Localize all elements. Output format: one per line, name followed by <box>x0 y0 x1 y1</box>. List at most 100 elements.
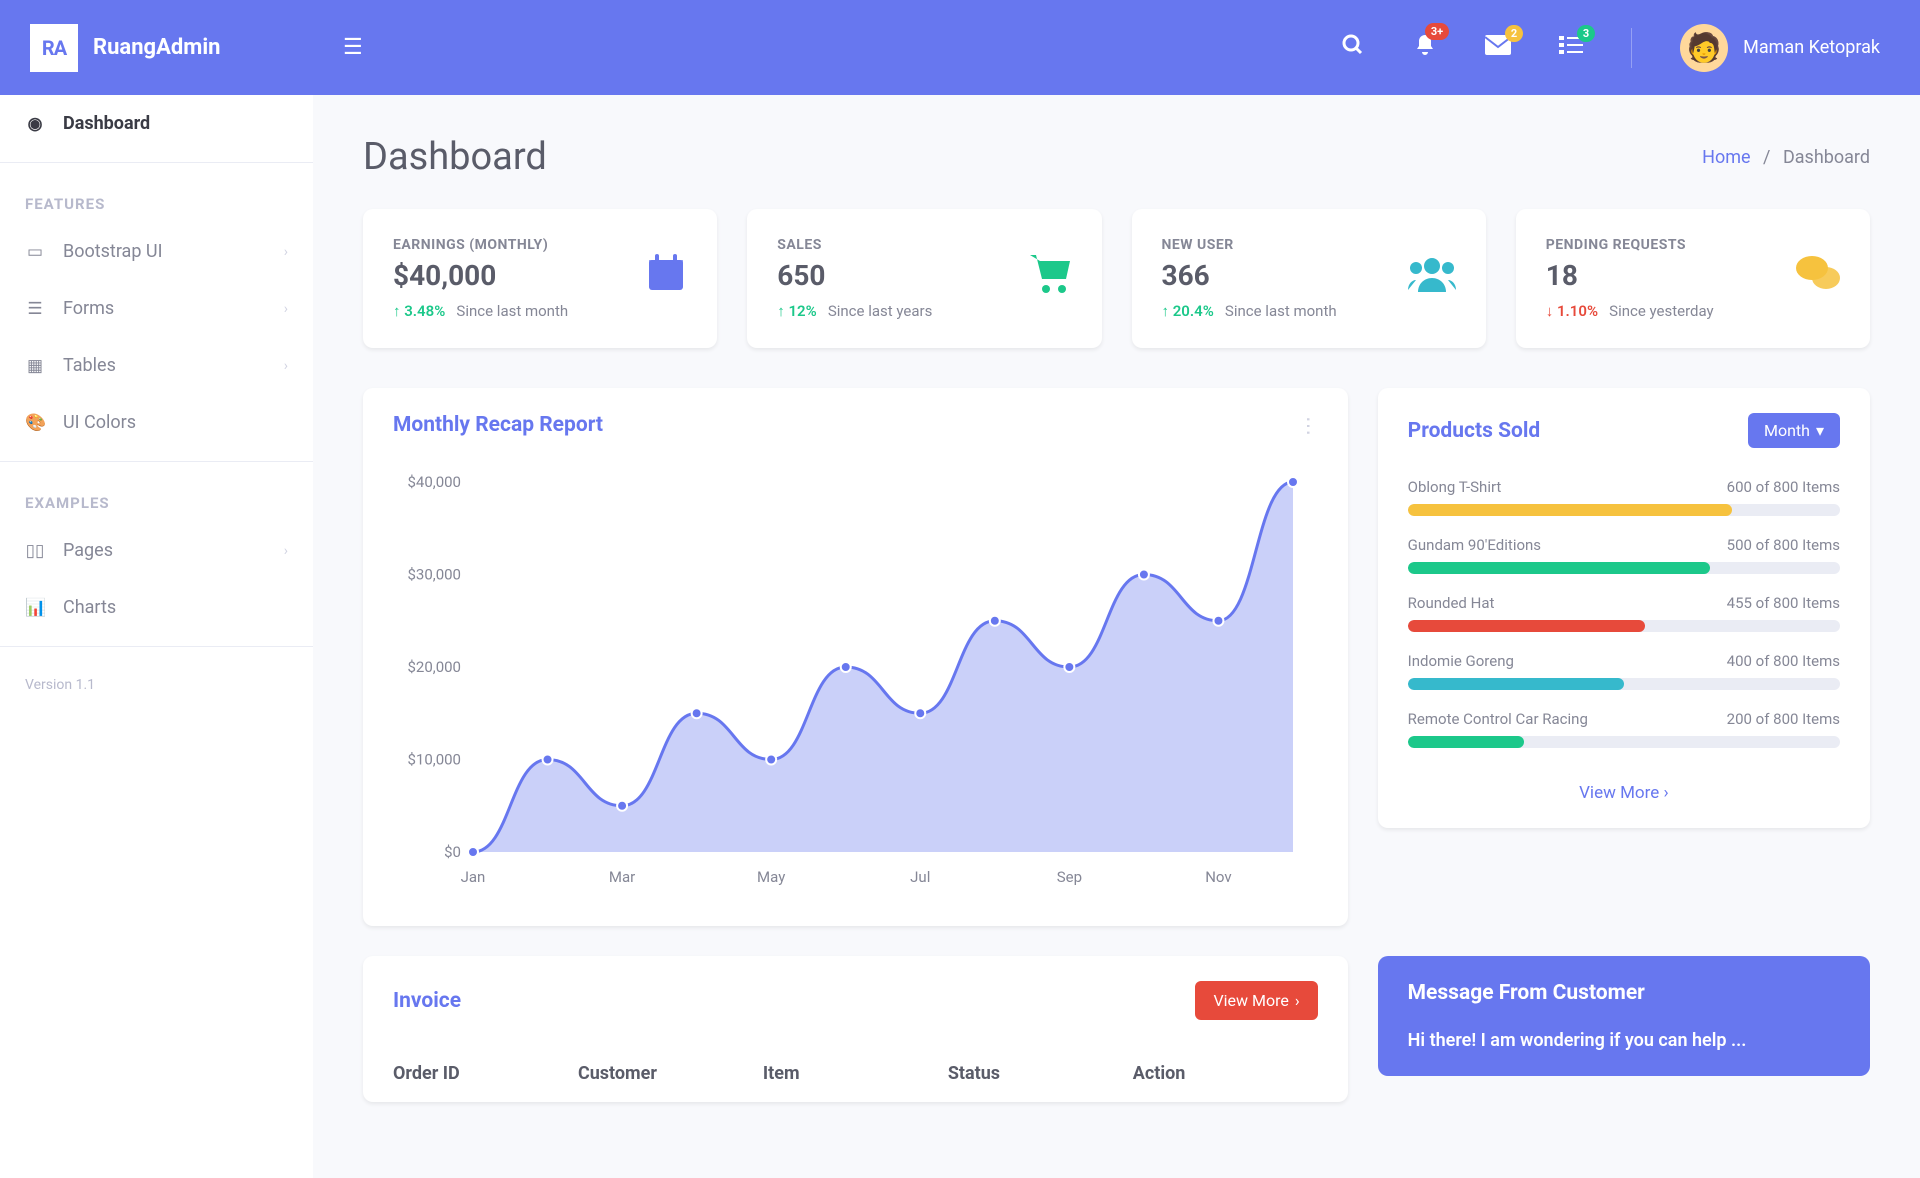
svg-text:$0: $0 <box>444 843 461 861</box>
topbar: ☰ 3+ 2 3 🧑 <box>313 0 1920 95</box>
sidebar-item-label: UI Colors <box>63 412 136 433</box>
progress-bar <box>1408 620 1840 632</box>
column-header: Item <box>763 1063 948 1084</box>
chevron-down-icon: ▾ <box>1816 421 1824 440</box>
page-title: Dashboard <box>363 135 547 179</box>
username: Maman Ketoprak <box>1743 37 1880 58</box>
stat-card-3: PENDING REQUESTS 18 ↓ 1.10% Since yester… <box>1516 209 1870 348</box>
card-title: Message From Customer <box>1408 981 1840 1005</box>
chevron-right-icon: › <box>1663 783 1668 803</box>
brand[interactable]: RA RuangAdmin <box>0 0 313 95</box>
period-dropdown[interactable]: Month ▾ <box>1748 413 1840 448</box>
product-count: 455 of 800 Items <box>1727 594 1840 612</box>
search-button[interactable] <box>1341 33 1365 63</box>
user-menu[interactable]: 🧑 Maman Ketoprak <box>1680 24 1880 72</box>
calendar-icon <box>645 252 687 305</box>
sidebar-heading-examples: EXAMPLES <box>0 472 313 522</box>
sidebar-item-label: Charts <box>63 597 116 618</box>
comments-icon <box>1796 254 1840 303</box>
breadcrumb-home-link[interactable]: Home <box>1702 147 1750 168</box>
sidebar-toggle-button[interactable]: ☰ <box>343 35 363 60</box>
form-icon: ☰ <box>25 299 45 319</box>
product-count: 600 of 800 Items <box>1727 478 1840 496</box>
stat-value: 366 <box>1162 259 1408 292</box>
table-header-row: Order ID Customer Item Status Action <box>363 1045 1348 1102</box>
svg-text:May: May <box>757 868 785 886</box>
product-row: Indomie Goreng 400 of 800 Items <box>1378 652 1870 710</box>
divider <box>0 162 313 163</box>
svg-text:Jan: Jan <box>461 868 486 886</box>
chevron-right-icon: › <box>284 543 288 559</box>
message-card: Message From Customer Hi there! I am won… <box>1378 956 1870 1076</box>
sidebar-item-forms[interactable]: ☰ Forms › <box>0 280 313 337</box>
stat-change: ↑ 12% Since last years <box>777 302 1027 320</box>
product-row: Gundam 90'Editions 500 of 800 Items <box>1378 536 1870 594</box>
svg-text:Sep: Sep <box>1057 868 1082 886</box>
brand-name: RuangAdmin <box>93 35 220 60</box>
svg-text:$40,000: $40,000 <box>407 473 461 491</box>
message-preview[interactable]: Hi there! I am wondering if you can help… <box>1408 1030 1840 1051</box>
notifications-button[interactable]: 3+ <box>1413 33 1437 63</box>
svg-text:Jul: Jul <box>910 868 930 886</box>
column-header: Action <box>1133 1063 1318 1084</box>
products-sold-card: Products Sold Month ▾ Oblong T-Shirt 600 … <box>1378 388 1870 828</box>
column-header: Customer <box>578 1063 763 1084</box>
stat-value: 650 <box>777 259 1027 292</box>
column-header: Order ID <box>393 1063 578 1084</box>
product-name: Remote Control Car Racing <box>1408 710 1588 728</box>
chevron-right-icon: › <box>284 358 288 374</box>
svg-text:$10,000: $10,000 <box>407 751 461 769</box>
card-menu-button[interactable]: ⋯ <box>1297 416 1321 434</box>
card-title: Invoice <box>393 989 461 1013</box>
view-more-link[interactable]: View More › <box>1378 768 1870 828</box>
svg-text:Mar: Mar <box>609 868 635 886</box>
product-name: Indomie Goreng <box>1408 652 1514 670</box>
product-name: Oblong T-Shirt <box>1408 478 1502 496</box>
stat-label: EARNINGS (MONTHLY) <box>393 237 645 253</box>
product-count: 400 of 800 Items <box>1727 652 1840 670</box>
brand-logo: RA <box>30 24 78 72</box>
messages-badge: 2 <box>1505 25 1523 42</box>
chevron-right-icon: › <box>1295 991 1300 1010</box>
stat-card-2: NEW USER 366 ↑ 20.4% Since last month <box>1132 209 1486 348</box>
product-name: Rounded Hat <box>1408 594 1495 612</box>
sidebar-item-ui-colors[interactable]: 🎨 UI Colors <box>0 394 313 451</box>
stat-change: ↑ 3.48% Since last month <box>393 302 645 320</box>
sidebar-item-tables[interactable]: ▦ Tables › <box>0 337 313 394</box>
tasks-badge: 3 <box>1577 25 1595 42</box>
separator <box>1631 28 1632 68</box>
divider <box>0 461 313 462</box>
columns-icon: ▯▯ <box>25 541 45 561</box>
sidebar-item-dashboard[interactable]: ◉ Dashboard <box>0 95 313 152</box>
chart-icon: 📊 <box>25 598 45 618</box>
stat-card-0: EARNINGS (MONTHLY) $40,000 ↑ 3.48% Since… <box>363 209 717 348</box>
stat-label: NEW USER <box>1162 237 1408 253</box>
avatar: 🧑 <box>1680 24 1728 72</box>
divider <box>0 646 313 647</box>
breadcrumb: Home / Dashboard <box>1702 147 1870 168</box>
view-more-button[interactable]: View More › <box>1195 981 1317 1020</box>
sidebar-item-label: Bootstrap UI <box>63 241 163 262</box>
progress-bar <box>1408 678 1840 690</box>
product-name: Gundam 90'Editions <box>1408 536 1541 554</box>
svg-text:$30,000: $30,000 <box>407 566 461 584</box>
gauge-icon: ◉ <box>25 114 45 134</box>
tasks-button[interactable]: 3 <box>1559 35 1583 61</box>
sidebar-item-charts[interactable]: 📊 Charts <box>0 579 313 636</box>
stat-value: $40,000 <box>393 259 645 292</box>
sidebar-item-pages[interactable]: ▯▯ Pages › <box>0 522 313 579</box>
messages-button[interactable]: 2 <box>1485 35 1511 61</box>
product-row: Oblong T-Shirt 600 of 800 Items <box>1378 478 1870 536</box>
product-count: 500 of 800 Items <box>1727 536 1840 554</box>
stat-value: 18 <box>1546 259 1796 292</box>
chevron-right-icon: › <box>284 301 288 317</box>
table-icon: ▦ <box>25 356 45 376</box>
sidebar-item-label: Pages <box>63 540 113 561</box>
card-title: Products Sold <box>1408 419 1541 443</box>
product-count: 200 of 800 Items <box>1727 710 1840 728</box>
sidebar-item-label: Forms <box>63 298 114 319</box>
sidebar-item-bootstrap-ui[interactable]: ▭ Bootstrap UI › <box>0 223 313 280</box>
progress-bar <box>1408 504 1840 516</box>
stat-label: SALES <box>777 237 1027 253</box>
chevron-right-icon: › <box>284 244 288 260</box>
